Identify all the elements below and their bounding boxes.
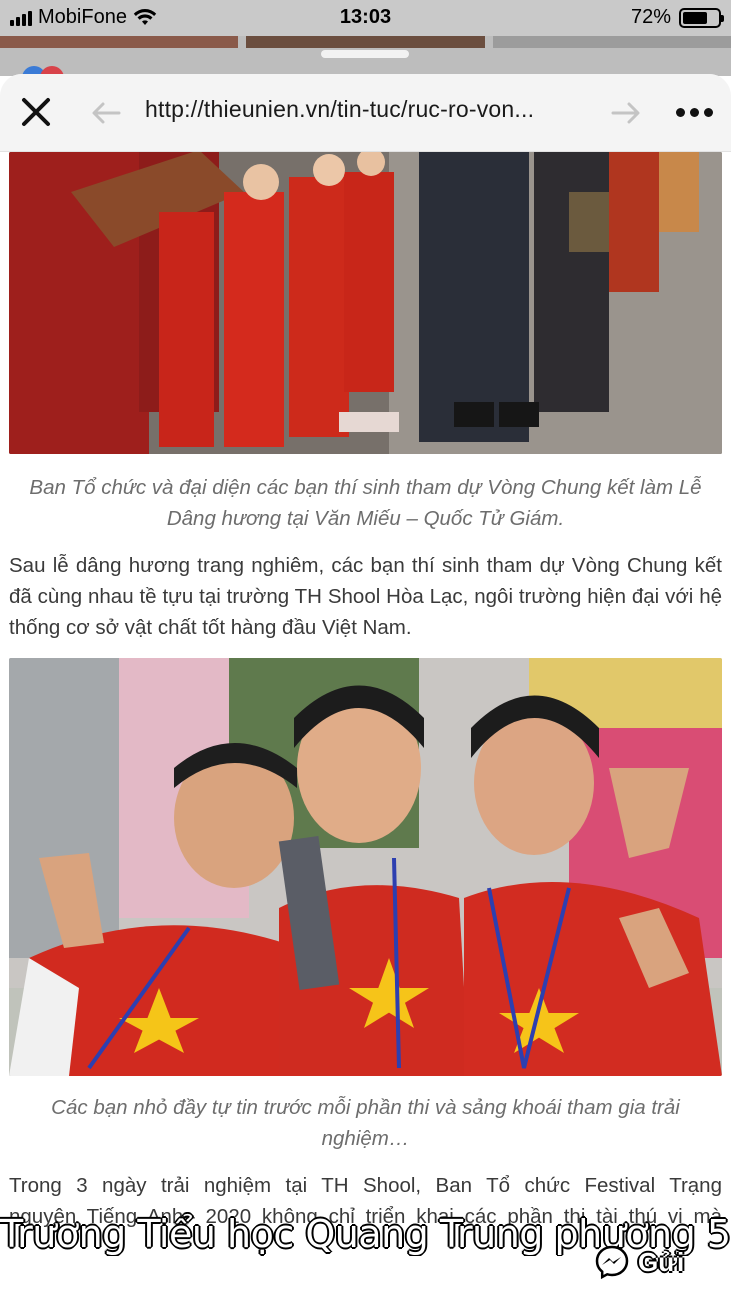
more-icon[interactable]	[676, 108, 713, 117]
background-thumbnails	[0, 36, 731, 48]
image-caption-1: Ban Tổ chức và đại diện các bạn thí sinh…	[29, 476, 702, 530]
status-time: 13:03	[339, 6, 392, 28]
battery-icon	[679, 7, 724, 28]
children-photo-illustration	[9, 658, 722, 1076]
ceremony-photo-illustration	[9, 152, 722, 454]
image-caption-2: Các bạn nhỏ đầy tự tin trước mỗi phần th…	[51, 1096, 680, 1150]
send-button[interactable]: Gửi	[594, 1244, 684, 1280]
article-image-ceremony	[9, 152, 722, 454]
battery-fill	[683, 11, 708, 24]
send-label: Gửi	[638, 1246, 685, 1277]
article-paragraph-1: Sau lễ dâng hương trang nghiêm, các bạn …	[9, 554, 722, 639]
messenger-icon	[595, 1245, 629, 1280]
status-right: 72%	[630, 6, 724, 29]
sheet-grabber[interactable]	[321, 50, 409, 58]
article-image-children	[9, 658, 722, 1076]
in-app-browser-sheet: http://thieunien.vn/tin-tuc/ruc-ro-von..…	[0, 74, 731, 1300]
paragraph-2-line-1: Trong 3 ngày trải nghiệm tại TH Shool, B…	[9, 1174, 722, 1197]
close-icon[interactable]	[20, 96, 52, 128]
background-page	[0, 36, 731, 76]
back-arrow-icon[interactable]	[90, 100, 122, 126]
status-bar: MobiFone 13:03 72%	[0, 0, 731, 36]
browser-toolbar: http://thieunien.vn/tin-tuc/ruc-ro-von..…	[0, 74, 731, 152]
url-text[interactable]: http://thieunien.vn/tin-tuc/ruc-ro-von..…	[145, 96, 595, 123]
forward-arrow-icon[interactable]	[610, 100, 642, 126]
battery-percent: 72%	[630, 6, 671, 28]
